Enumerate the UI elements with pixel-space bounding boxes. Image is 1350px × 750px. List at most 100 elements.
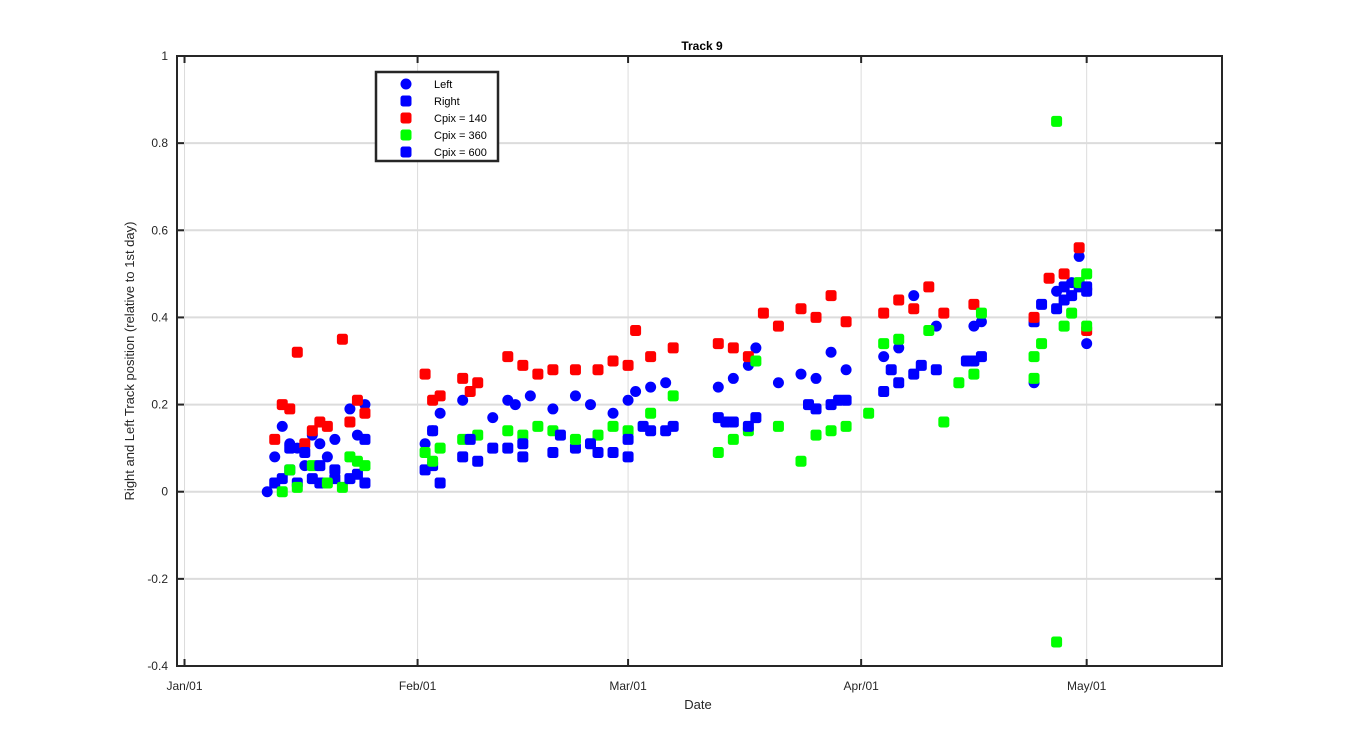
- point-cpix-600: [833, 394, 845, 406]
- point-cpix-140: [321, 420, 333, 432]
- point-cpix-140: [434, 390, 446, 402]
- point-cpix-360: [825, 425, 837, 437]
- point-cpix-140: [712, 338, 724, 350]
- point-cpix-360: [321, 477, 333, 489]
- point-cpix-140: [795, 303, 807, 315]
- y-tick-label: 0.6: [151, 223, 168, 237]
- point-left: [547, 403, 559, 415]
- y-tick-label: 0.8: [151, 136, 168, 150]
- point-cpix-140: [472, 377, 484, 389]
- point-cpix-360: [502, 425, 514, 437]
- point-cpix-360: [953, 377, 965, 389]
- point-cpix-360: [840, 420, 852, 432]
- point-cpix-360: [750, 355, 762, 367]
- point-cpix-600: [915, 359, 927, 371]
- point-left: [329, 433, 341, 445]
- point-right: [607, 447, 619, 458]
- point-cpix-360: [863, 407, 875, 419]
- legend-label: Cpix = 360: [434, 130, 487, 142]
- x-tick-label: Apr/01: [843, 679, 879, 693]
- point-cpix-140: [359, 407, 371, 419]
- point-cpix-140: [622, 359, 634, 371]
- point-cpix-600: [584, 438, 596, 450]
- y-tick-label: 0: [161, 485, 168, 499]
- legend-marker: [400, 146, 412, 158]
- point-cpix-360: [284, 464, 296, 476]
- legend: Left Right Cpix = 140 Cpix = 360 Cpix = 600: [374, 70, 500, 163]
- point-left: [712, 381, 724, 393]
- point-left: [1081, 338, 1093, 350]
- point-cpix-600: [517, 438, 529, 450]
- point-cpix-140: [810, 311, 822, 323]
- point-cpix-360: [532, 420, 544, 432]
- point-cpix-360: [1028, 351, 1040, 363]
- point-cpix-360: [975, 307, 987, 319]
- y-tick-label: 0.2: [151, 398, 168, 412]
- point-cpix-600: [427, 425, 439, 437]
- point-left: [630, 386, 642, 397]
- point-cpix-140: [757, 307, 769, 319]
- point-cpix-140: [344, 416, 356, 428]
- point-cpix-600: [622, 433, 634, 445]
- point-left: [622, 394, 634, 406]
- point-right: [975, 351, 987, 363]
- point-cpix-360: [1051, 636, 1063, 648]
- point-cpix-140: [727, 342, 739, 354]
- point-cpix-600: [329, 464, 341, 476]
- point-cpix-140: [772, 320, 784, 332]
- point-cpix-140: [667, 342, 679, 354]
- point-cpix-600: [314, 460, 326, 472]
- point-cpix-360: [1081, 320, 1093, 332]
- legend-label: Cpix = 140: [434, 113, 487, 125]
- point-cpix-360: [1051, 115, 1063, 127]
- point-cpix-360: [607, 420, 619, 432]
- point-cpix-140: [1058, 268, 1070, 280]
- legend-marker: [400, 95, 412, 107]
- point-left: [269, 451, 281, 463]
- data-points: [261, 115, 1093, 648]
- point-cpix-600: [487, 442, 499, 454]
- point-left: [840, 364, 852, 376]
- point-cpix-360: [427, 455, 439, 467]
- y-tick-label: 0.4: [151, 310, 168, 324]
- point-left: [584, 399, 596, 411]
- point-cpix-360: [923, 325, 935, 336]
- point-cpix-600: [720, 416, 732, 428]
- point-cpix-600: [554, 429, 566, 441]
- point-right: [457, 451, 469, 463]
- point-cpix-600: [359, 433, 371, 445]
- point-cpix-360: [968, 368, 980, 380]
- point-cpix-600: [742, 420, 754, 432]
- point-cpix-360: [434, 442, 446, 454]
- point-right: [893, 377, 905, 389]
- point-cpix-140: [351, 394, 363, 406]
- point-cpix-140: [645, 351, 657, 363]
- x-tick-label: Jan/01: [167, 679, 203, 693]
- scatter-chart: 1 0.8 0.6 0.4 0.2 0 -0.2 -0.4 Jan/01 Feb/01 Mar/01…: [122, 39, 1223, 712]
- point-cpix-140: [607, 355, 619, 367]
- point-cpix-360: [1028, 372, 1040, 384]
- point-left: [607, 407, 619, 419]
- point-cpix-360: [291, 481, 303, 493]
- y-tick-label: -0.2: [147, 572, 168, 586]
- point-left: [825, 346, 837, 358]
- point-left: [772, 377, 784, 389]
- point-left: [810, 372, 822, 384]
- plot-frame: [176, 55, 1223, 667]
- point-left: [509, 399, 521, 411]
- point-right: [517, 451, 529, 463]
- x-tick-label: May/01: [1067, 679, 1107, 693]
- axis-ticks: 1 0.8 0.6 0.4 0.2 0 -0.2 -0.4 Jan/01 Feb/01 Mar/01…: [147, 49, 1222, 693]
- point-cpix-360: [276, 486, 288, 498]
- point-cpix-140: [291, 346, 303, 358]
- chart-title: Track 9: [681, 39, 723, 53]
- point-cpix-140: [630, 325, 642, 336]
- point-cpix-360: [772, 420, 784, 432]
- x-axis-label: Date: [684, 697, 711, 712]
- point-right: [502, 442, 514, 454]
- legend-label: Left: [434, 79, 452, 91]
- point-cpix-360: [667, 390, 679, 402]
- point-right: [434, 477, 446, 489]
- x-tick-label: Feb/01: [399, 679, 437, 693]
- point-cpix-360: [1081, 268, 1093, 280]
